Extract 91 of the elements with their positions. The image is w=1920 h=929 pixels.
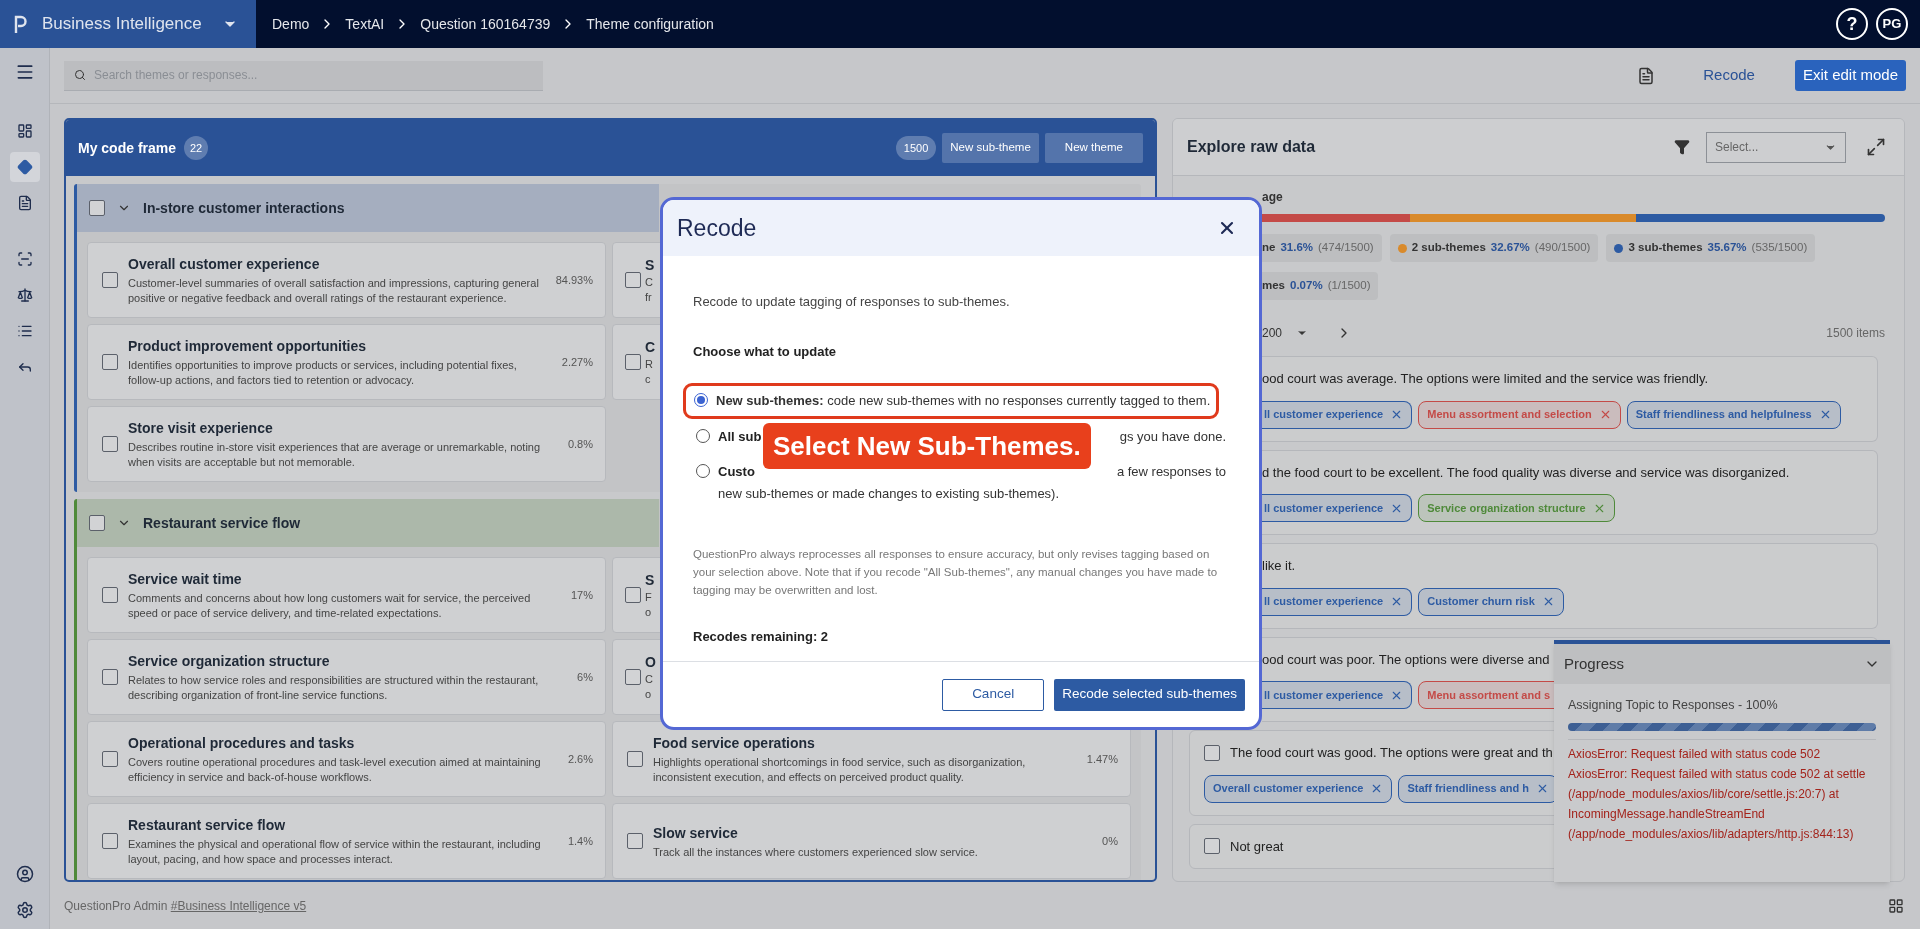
response-text: ood court was average. The options were limited and the service was friendly. [1262, 370, 1709, 388]
subtheme-title: S [645, 256, 655, 275]
coverage-label: age [1262, 189, 1284, 206]
legend-percent: 32.67% [1490, 240, 1530, 256]
subtheme-description: Examines the physical and operational flow of service within the restaurant, including layout, pacing, and how space and processes interact. [128, 837, 542, 867]
subtheme-title: Store visit experience [128, 419, 274, 438]
progress-title: Progress [1564, 653, 1625, 674]
subtheme-description: F [645, 590, 653, 605]
response-text: The food court was good. The options were great and th [1230, 744, 1553, 762]
theme-title: In-store customer interactions [143, 198, 345, 218]
subtheme-percent: 1.4% [566, 833, 593, 849]
response-text: d the food court to be excellent. The food quality was diverse and service was disorganized. [1262, 463, 1790, 482]
tag-chip: ll customer experience [1262, 494, 1413, 522]
subtheme-title: S [645, 571, 655, 590]
legend-percent: 31.6% [1280, 240, 1314, 256]
subtheme-description: Relates to how service roles and responsibilities are structured within the restaurant, describing organization of front-line service functions. [128, 673, 540, 703]
count-badge: 22 [184, 136, 209, 160]
subtheme-title: Restaurant service flow [128, 816, 287, 835]
option-label: new sub-themes or made changes to existing sub-themes). [718, 484, 1061, 503]
option-label: New sub-themes: code new sub-themes with no responses currently tagged to them. [716, 392, 1211, 410]
legend-label: mes [1262, 278, 1286, 294]
tag-chip: Staff friendliness and helpfulness [1626, 400, 1841, 429]
legend-label: 3 sub-themes [1628, 240, 1703, 256]
callout-tooltip: Select New Sub-Themes. [763, 423, 1091, 469]
recodes-remaining: Recodes remaining: 2 [693, 628, 830, 646]
tag-chip: ll customer experience [1262, 681, 1413, 709]
subtheme-description: Covers routine operational procedures and task-level execution aimed at maintaining efficiency in service and back-of-house workflows. [128, 755, 542, 785]
subtheme-percent: 84.93% [554, 272, 593, 288]
subtheme-percent: 2.6% [566, 751, 593, 767]
subtheme-description: fr [645, 290, 653, 305]
dialog-intro: Recode to update tagging of responses to sub-themes. [693, 293, 1011, 311]
theme-title: Restaurant service flow [143, 513, 301, 533]
legend-label: ne [1262, 240, 1276, 256]
subtheme-percent: 0% [1101, 833, 1118, 849]
subtheme-percent: 1.47% [1085, 751, 1118, 767]
subtheme-title: Slow service [653, 823, 739, 843]
subtheme-description: Describes routine in-store visit experiences that are average or unremarkable, noting when visits are acceptable but not memorable. [128, 440, 542, 470]
legend-label: 2 sub-themes [1411, 240, 1486, 256]
section-heading: Choose what to update [693, 342, 837, 361]
tag-chip: Overall customer experience [1204, 774, 1393, 803]
subtheme-title: Operational procedures and tasks [128, 734, 356, 753]
subtheme-description: R [645, 357, 654, 372]
response-text: Not great [1230, 837, 1284, 856]
panel-title: My code frame [78, 138, 177, 158]
error-message: AxiosError: Request failed with status code 502 [1568, 745, 1822, 763]
option-label: Custo [718, 463, 755, 481]
panel-title: Explore raw data [1187, 137, 1316, 157]
footer-text: QuestionPro Admin #Business Intelligence v5 [64, 897, 307, 915]
legend-count: (1/1500) [1327, 278, 1371, 294]
subtheme-title: Food service operations [653, 734, 816, 753]
tag-chip: ll customer experience [1262, 587, 1413, 616]
dialog-note: QuestionPro always reprocesses all responses to ensure accuracy, but only revises tagging based on your selection above. Note that if you recode "All Sub-themes", any manual changes you have made to tagging may be overwritten and lost. [693, 547, 1219, 598]
subtheme-description: Customer-level summaries of overall satisfaction and impressions, capturing general positive or negative feedback and overall ratings of the restaurant experience. [128, 276, 540, 306]
subtheme-percent: 6% [576, 669, 593, 685]
legend-percent: 0.07% [1290, 278, 1323, 294]
subtheme-description: C [645, 275, 654, 290]
option-label: All sub [718, 427, 762, 446]
tag-chip: Menu assortment and selection [1418, 400, 1621, 429]
error-message: AxiosError: Request failed with status code 502 at settle (/app/node_modules/axios/lib/core/settle.js:20:7) at IncomingMessage.handleStreamEnd (/app/node_modules/axios/lib/adapters/http.js:844:13) [1568, 765, 1867, 843]
legend-count: (535/1500) [1751, 240, 1808, 256]
subtheme-percent: 0.8% [566, 436, 593, 452]
response-text: ood court was poor. The options were diverse and [1262, 650, 1550, 669]
count-badge: 1500 [895, 136, 937, 160]
tag-chip: Service organization structure [1418, 494, 1615, 522]
subtheme-description: Identifies opportunities to improve products or services, including potential fixes, follow-up actions, and factors tied to retention or advocacy. [128, 358, 518, 388]
subtheme-description: c [645, 372, 652, 387]
subtheme-description: Comments and concerns about how long customers wait for service, the perceived speed or pace of service delivery, and time-related expectations. [128, 591, 532, 621]
subtheme-title: O [645, 653, 656, 672]
tag-chip: Customer churn risk [1418, 587, 1564, 616]
subtheme-description: Highlights operational shortcomings in food service, such as disorganization, inconsistent execution, and effects on perceived product quality. [653, 755, 1027, 785]
option-label: gs you have done. [1119, 427, 1226, 446]
subtheme-title: Overall customer experience [128, 255, 321, 274]
legend-count: (490/1500) [1534, 240, 1591, 256]
response-text: like it. [1262, 557, 1296, 575]
subtheme-description: Track all the instances where customers experienced slow service. [653, 844, 979, 860]
items-count: 1500 items [1826, 325, 1885, 342]
subtheme-title: Service organization structure [128, 652, 331, 671]
option-label: a few responses to [1116, 463, 1226, 481]
subtheme-percent: 17% [569, 587, 593, 603]
subtheme-description: C [645, 672, 654, 687]
subtheme-title: Service wait time [128, 570, 243, 589]
progress-task: Assigning Topic to Responses - 100% [1568, 697, 1779, 714]
subtheme-description: o [645, 605, 653, 620]
legend-percent: 35.67% [1707, 240, 1747, 256]
subtheme-title: Product improvement opportunities [128, 337, 367, 356]
subtheme-description: o [645, 687, 653, 702]
legend-count: (474/1500) [1318, 240, 1374, 256]
subtheme-title: C [645, 338, 656, 357]
tag-chip: ll customer experience [1262, 400, 1413, 429]
dialog-title: Recode [677, 213, 757, 243]
subtheme-percent: 2.27% [560, 354, 593, 370]
